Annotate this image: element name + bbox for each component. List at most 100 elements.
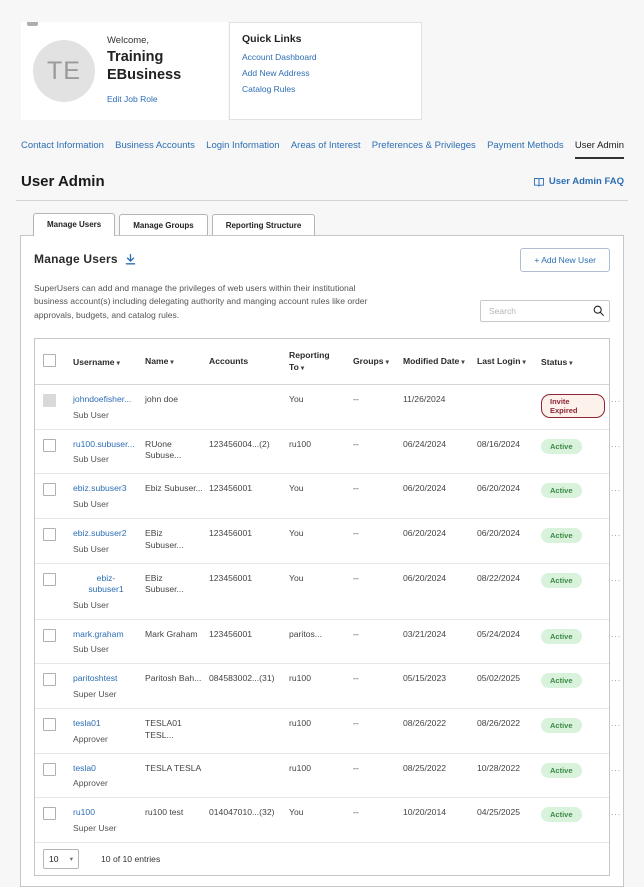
reporting-to-cell: You [289,528,353,540]
row-actions-button[interactable]: ... [611,673,623,683]
column-header[interactable]: Modified Date▾ [403,356,477,368]
quick-link[interactable]: Catalog Rules [242,84,409,94]
admin-tab[interactable]: Manage Groups [119,214,207,236]
quick-link[interactable]: Account Dashboard [242,52,409,62]
modified-date-cell: 06/20/2024 [403,483,477,495]
page-root: TE Welcome, Training EBusiness Edit Job … [0,22,644,887]
column-header[interactable]: Name▾ [145,356,209,368]
user-admin-faq-link[interactable]: User Admin FAQ [533,176,624,188]
manage-users-panel: Manage Users + Add New User SuperUsers c… [20,235,624,887]
last-login-cell: 05/02/2025 [477,673,541,685]
row-checkbox[interactable] [43,394,56,407]
row-checkbox[interactable] [43,718,56,731]
column-header[interactable]: Last Login▾ [477,356,541,368]
table-row: ru100.subuser... Sub User RUone Subuse..… [35,430,609,475]
name-cell: RUone Subuse... [145,439,209,462]
last-login-cell: 10/28/2022 [477,763,541,775]
username-link[interactable]: ru100.subuser... [73,439,135,449]
select-all-checkbox[interactable] [43,354,56,367]
user-role-label: Sub User [73,644,139,654]
header-cards: TE Welcome, Training EBusiness Edit Job … [21,22,644,120]
search-input[interactable] [480,300,610,322]
nav-tab[interactable]: Login Information [206,140,279,159]
username-link[interactable]: johndoefisher... [73,394,131,404]
tab-label: Manage Users [47,220,101,229]
status-cell: Active [541,573,611,588]
column-header[interactable]: Status▾ [541,357,611,367]
row-actions-button[interactable]: ... [611,439,623,449]
groups-cell: -- [353,439,403,451]
admin-tab-strip: Manage Users Manage GroupsReporting Struc… [33,213,644,235]
row-actions-button[interactable]: ... [611,718,623,728]
username-link[interactable]: tesla0 [73,763,96,773]
search-icon[interactable] [592,304,605,322]
status-badge: Active [541,807,582,822]
row-actions-button[interactable]: ... [611,807,623,817]
username-link[interactable]: mark.graham [73,629,124,639]
column-header[interactable]: Username▾ [73,357,145,367]
table-row: mark.graham Sub User Mark Graham 1234560… [35,620,609,665]
entries-summary: 10 of 10 entries [101,854,160,864]
admin-tab[interactable]: Reporting Structure [212,214,316,236]
add-new-user-button[interactable]: + Add New User [520,248,610,272]
username-link[interactable]: paritoshtest [73,673,117,683]
column-header-label: Modified Date [403,356,459,366]
table-row: ebiz.subuser3 Sub User Ebiz Subuser... 1… [35,474,609,519]
nav-tab[interactable]: Payment Methods [487,140,564,159]
row-actions-button[interactable]: ... [611,528,623,538]
username-link[interactable]: tesla01 [73,718,101,728]
name-cell: ru100 test [145,807,209,819]
checkbox-cell [43,763,73,778]
row-checkbox[interactable] [43,483,56,496]
panel-title-wrap: Manage Users [34,252,137,266]
column-header[interactable]: Groups▾ [353,356,403,368]
table-row: tesla01 Approver TESLA01 TESL... ru100 -… [35,709,609,754]
user-role-label: Sub User [73,454,139,464]
username-link[interactable]: ru100 [73,807,95,817]
username-link[interactable]: ebiz.subuser2 [73,528,127,538]
groups-cell: -- [353,528,403,540]
last-login-cell: 06/20/2024 [477,483,541,495]
reporting-to-cell: You [289,807,353,819]
user-role-label: Approver [73,734,139,744]
download-icon[interactable] [124,253,137,266]
row-actions-button[interactable]: ... [611,394,623,404]
row-checkbox[interactable] [43,528,56,541]
row-checkbox[interactable] [43,573,56,586]
row-checkbox[interactable] [43,673,56,686]
nav-tab[interactable]: Contact Information [21,140,104,159]
row-checkbox[interactable] [43,629,56,642]
row-checkbox[interactable] [43,439,56,452]
name-cell: Paritosh Bah... [145,673,209,685]
row-actions-button[interactable]: ... [611,483,623,493]
page-size-select[interactable]: 10 ▾ [43,849,79,869]
nav-tab[interactable]: Business Accounts [115,140,195,159]
username-link[interactable]: ebiz.subuser3 [73,483,127,493]
column-header[interactable]: Reporting To▾ [289,350,353,373]
username-link[interactable]: ebiz- subuser1 [73,573,139,596]
status-badge: Active [541,573,582,588]
row-checkbox[interactable] [43,807,56,820]
column-header-label: Name [145,356,168,366]
sort-caret-icon: ▾ [301,365,304,372]
nav-tab[interactable]: Preferences & Privileges [372,140,476,159]
modified-date-cell: 05/15/2023 [403,673,477,685]
admin-tab[interactable]: Manage Users [33,213,115,236]
status-cell: Active [541,439,611,454]
accounts-cell: 123456001 [209,528,289,540]
table-header-row: Username▾Name▾AccountsReporting To▾Group… [35,339,609,385]
row-checkbox[interactable] [43,763,56,776]
username-cell: paritoshtest Super User [73,673,145,699]
last-login-cell: 05/24/2024 [477,629,541,641]
row-actions-button[interactable]: ... [611,763,623,773]
row-actions-button[interactable]: ... [611,573,623,583]
status-cell: Active [541,528,611,543]
edit-job-role-link[interactable]: Edit Job Role [107,94,158,104]
row-actions-button[interactable]: ... [611,629,623,639]
users-table: Username▾Name▾AccountsReporting To▾Group… [34,338,610,876]
quick-link[interactable]: Add New Address [242,68,409,78]
nav-tab[interactable]: Areas of Interest [291,140,361,159]
username-cell: mark.graham Sub User [73,629,145,655]
nav-tab[interactable]: User Admin [575,140,624,159]
column-header[interactable]: Accounts [209,356,289,368]
